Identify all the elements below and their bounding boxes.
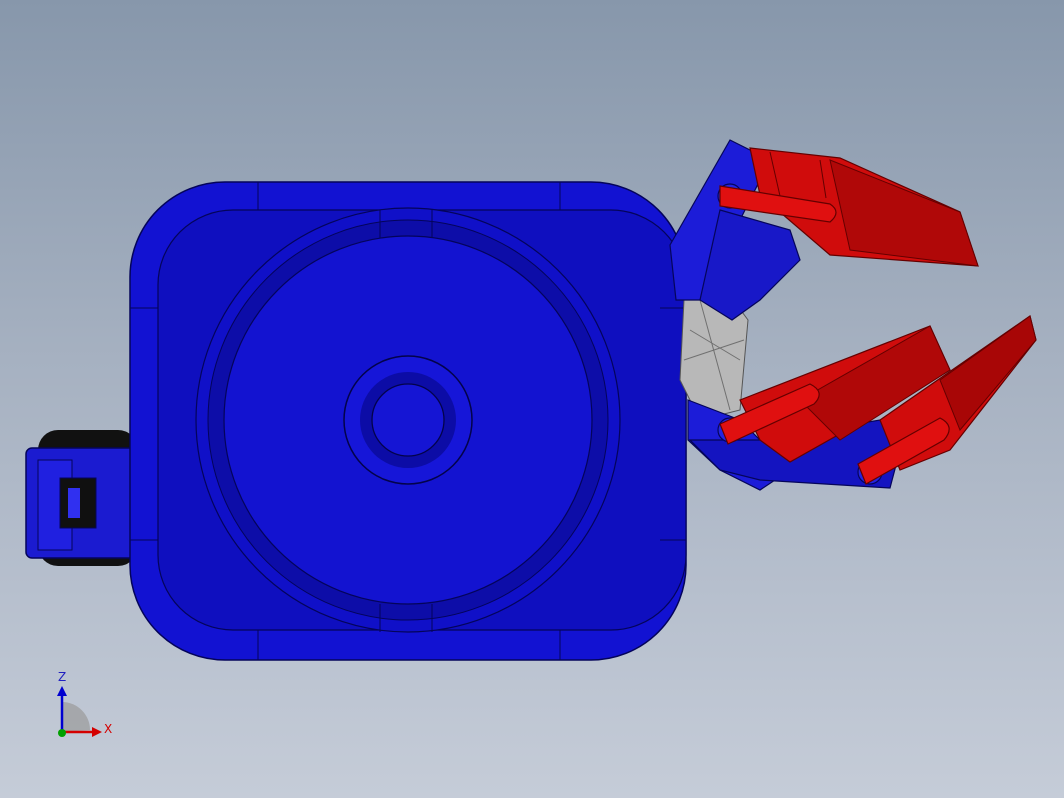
side-servo-block[interactable] <box>25 430 138 566</box>
center-hub[interactable] <box>343 355 473 485</box>
axis-triad: Z X <box>40 670 130 752</box>
axis-triad-graphic <box>57 686 102 737</box>
x-axis-arrow-icon <box>92 727 102 737</box>
z-axis-label: Z <box>58 670 67 684</box>
x-axis-label: X <box>104 722 113 736</box>
triad-plane-shade <box>62 702 90 732</box>
z-axis-arrow-icon <box>57 686 67 696</box>
robot-gripper-model[interactable] <box>0 0 1064 798</box>
y-axis-dot-icon <box>58 729 66 737</box>
3d-viewport[interactable]: Z X <box>0 0 1064 798</box>
